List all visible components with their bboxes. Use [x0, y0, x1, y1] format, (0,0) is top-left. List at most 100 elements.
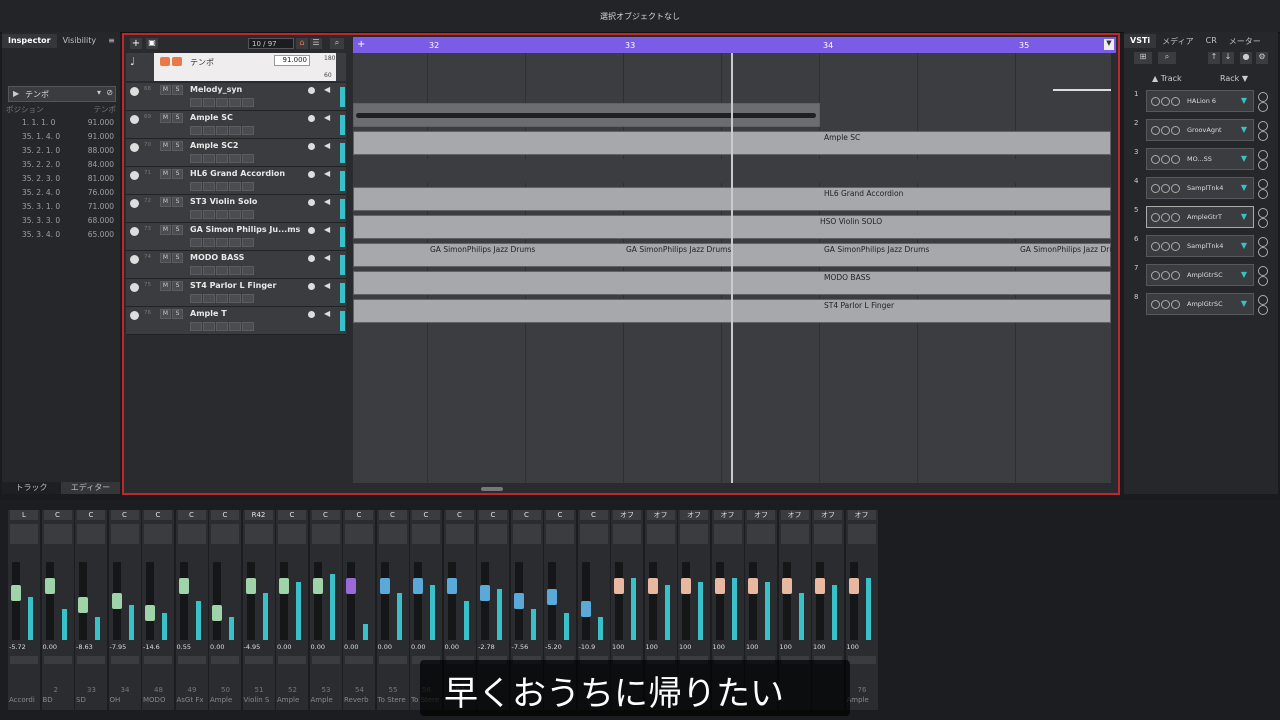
- tab-cr[interactable]: CR: [1200, 34, 1223, 48]
- monitor-icon[interactable]: ◀: [324, 85, 330, 94]
- output-icon[interactable]: [1258, 102, 1268, 112]
- vsti-slot[interactable]: 6 SamplTnk4 ▼: [1132, 233, 1270, 259]
- tab-media[interactable]: メディア: [1156, 34, 1199, 48]
- output-icon[interactable]: [1258, 189, 1268, 199]
- track-control-button[interactable]: [242, 294, 254, 303]
- record-enable-icon[interactable]: [308, 227, 315, 234]
- track-control-button[interactable]: [190, 322, 202, 331]
- solo-button[interactable]: S: [172, 197, 183, 207]
- fader-handle[interactable]: [279, 577, 289, 594]
- record-icon[interactable]: [1258, 237, 1268, 247]
- mute-solo-buttons[interactable]: [378, 524, 407, 544]
- output-icon[interactable]: [1258, 305, 1268, 315]
- record-enable-icon[interactable]: [308, 199, 315, 206]
- power-icon[interactable]: [1151, 155, 1160, 164]
- track-control-button[interactable]: [190, 182, 202, 191]
- mute-solo-buttons[interactable]: [713, 524, 742, 544]
- scroll-thumb[interactable]: [481, 487, 503, 491]
- horizontal-scrollbar[interactable]: [353, 485, 1113, 493]
- tempo-event-row[interactable]: 1. 1. 1. 0 91.000: [6, 118, 116, 132]
- mute-solo-buttons[interactable]: [646, 524, 675, 544]
- mute-solo-buttons[interactable]: [110, 524, 139, 544]
- track-control-button[interactable]: [216, 98, 228, 107]
- pan-control[interactable]: オフ: [847, 510, 876, 520]
- track-control-button[interactable]: [229, 182, 241, 191]
- tempo-event-row[interactable]: 35. 3. 4. 0 65.000: [6, 230, 116, 244]
- audio-event-melody[interactable]: [353, 103, 820, 127]
- fader-track[interactable]: [648, 562, 657, 640]
- track-control-button[interactable]: [242, 266, 254, 275]
- read-write-buttons[interactable]: [378, 656, 407, 664]
- pan-control[interactable]: C: [378, 510, 407, 520]
- solo-button[interactable]: S: [172, 309, 183, 319]
- fader-handle[interactable]: [580, 601, 591, 617]
- track-control-button[interactable]: [203, 98, 215, 107]
- chevron-down-icon[interactable]: ▼: [1241, 270, 1247, 279]
- fader-track[interactable]: [45, 562, 54, 640]
- pan-control[interactable]: オフ: [747, 510, 775, 520]
- edit-icon[interactable]: [1161, 213, 1170, 222]
- track-control-button[interactable]: [229, 210, 241, 219]
- power-icon[interactable]: [1151, 184, 1160, 193]
- pan-control[interactable]: オフ: [780, 510, 809, 520]
- tempo-value-field[interactable]: 91.000: [274, 55, 310, 66]
- track-control-button[interactable]: [229, 322, 241, 331]
- edit-icon[interactable]: [1161, 271, 1170, 280]
- chevron-down-icon[interactable]: ▼: [1241, 96, 1247, 105]
- fader-track[interactable]: [213, 562, 221, 640]
- record-enable-icon[interactable]: [308, 87, 315, 94]
- track-control-button[interactable]: [190, 154, 202, 163]
- fader-handle[interactable]: [379, 577, 390, 594]
- track-header[interactable]: 74 M S MODO BASS ◀: [126, 251, 346, 279]
- fader-track[interactable]: [447, 562, 456, 640]
- read-write-buttons[interactable]: [177, 656, 206, 664]
- record-icon[interactable]: [1258, 179, 1268, 189]
- pan-control[interactable]: C: [177, 510, 206, 520]
- vsti-slot[interactable]: 1 HALion 6 ▼: [1132, 88, 1270, 114]
- pan-control[interactable]: C: [445, 510, 474, 520]
- monitor-icon[interactable]: ◀: [324, 309, 330, 318]
- gear-icon[interactable]: [1171, 213, 1180, 222]
- arrow-down-icon[interactable]: ↓: [1222, 52, 1234, 64]
- track-header[interactable]: 73 M S GA Simon Philips Ju...ms ◀: [126, 223, 346, 251]
- timeline-ruler[interactable]: + 32 33 34 35 ▼: [353, 37, 1116, 53]
- fader-track[interactable]: [615, 562, 623, 640]
- pan-control[interactable]: C: [546, 510, 574, 520]
- track-name[interactable]: Ample T: [190, 309, 227, 318]
- gear-icon[interactable]: [1171, 155, 1180, 164]
- read-write-buttons[interactable]: [110, 656, 139, 664]
- tab-visibility[interactable]: Visibility: [57, 34, 103, 48]
- pan-control[interactable]: C: [579, 510, 608, 520]
- pan-control[interactable]: C: [479, 510, 507, 520]
- record-icon[interactable]: ●: [1240, 52, 1252, 64]
- vsti-slot[interactable]: 7 AmplGtrSC ▼: [1132, 262, 1270, 288]
- mute-solo-buttons[interactable]: [479, 524, 507, 544]
- vsti-slot[interactable]: 8 AmplGtrSC ▼: [1132, 291, 1270, 317]
- tempo-event-row[interactable]: 35. 2. 4. 0 76.000: [6, 188, 116, 202]
- track-control-button[interactable]: [203, 294, 215, 303]
- mute-button[interactable]: M: [160, 85, 171, 95]
- mute-solo-buttons[interactable]: [345, 524, 373, 544]
- add-marker-icon[interactable]: +: [357, 39, 365, 50]
- edit-icon[interactable]: [1161, 97, 1170, 106]
- tempo-event-row[interactable]: 35. 3. 3. 0 68.000: [6, 216, 116, 230]
- fader-handle[interactable]: [212, 604, 222, 621]
- track-name[interactable]: ST4 Parlor L Finger: [190, 281, 276, 290]
- lock-icon[interactable]: [172, 57, 182, 66]
- pan-control[interactable]: C: [345, 510, 373, 520]
- tempo-event-row[interactable]: 35. 1. 4. 0 91.000: [6, 132, 116, 146]
- fader-track[interactable]: [682, 562, 690, 640]
- mute-solo-buttons[interactable]: [43, 524, 72, 544]
- read-write-buttons[interactable]: [144, 656, 172, 664]
- pan-control[interactable]: R42: [244, 510, 273, 520]
- mute-solo-buttons[interactable]: [445, 524, 474, 544]
- solo-button[interactable]: S: [172, 85, 183, 95]
- read-write-buttons[interactable]: [244, 656, 273, 664]
- record-icon[interactable]: [1258, 92, 1268, 102]
- home-icon[interactable]: ⌂: [296, 38, 308, 49]
- mute-solo-buttons[interactable]: [10, 524, 38, 544]
- pan-control[interactable]: C: [110, 510, 139, 520]
- track-control-button[interactable]: [190, 126, 202, 135]
- track-control-button[interactable]: [190, 294, 202, 303]
- track-control-button[interactable]: [203, 238, 215, 247]
